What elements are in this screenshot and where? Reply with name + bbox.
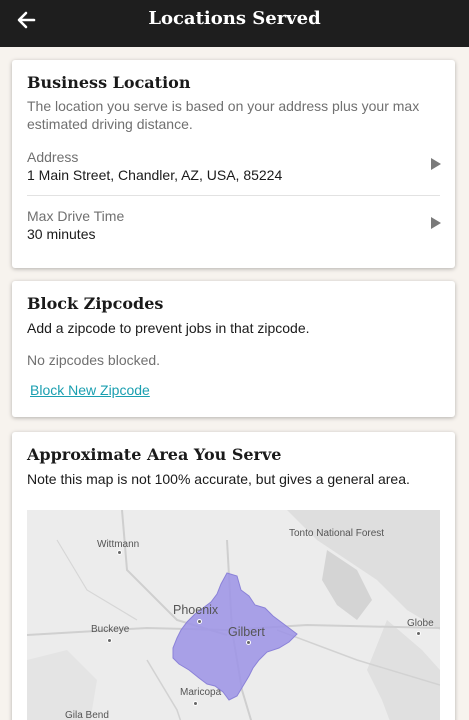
no-zipcodes-text: No zipcodes blocked. [27,352,161,368]
service-area-map[interactable]: Wittmann Tonto National Forest Phoenix G… [27,510,440,720]
max-drive-time-row[interactable]: Max Drive Time 30 minutes [12,204,455,254]
map-label-gila-bend: Gila Bend [65,710,109,720]
map-label-gilbert: Gilbert [228,625,265,639]
chevron-right-icon [431,158,441,170]
chevron-right-icon [431,217,441,229]
service-area-card: Approximate Area You Serve Note this map… [12,432,455,720]
divider [27,195,440,196]
address-value: 1 Main Street, Chandler, AZ, USA, 85224 [27,167,283,183]
map-city-dot [246,640,251,645]
max-drive-time-value: 30 minutes [27,226,96,242]
map-label-tonto: Tonto National Forest [289,528,385,539]
max-drive-time-label: Max Drive Time [27,208,125,224]
block-zipcodes-card: Block Zipcodes Add a zipcode to prevent … [12,281,455,417]
page-title: Locations Served [148,8,321,29]
map-label-buckeye: Buckeye [91,624,130,635]
map-city-dot [193,701,198,706]
map-label-wittmann: Wittmann [97,539,140,550]
map-city-dot [197,619,202,624]
block-new-zipcode-link[interactable]: Block New Zipcode [30,382,150,398]
block-zipcodes-title: Block Zipcodes [27,294,164,313]
block-zipcodes-description: Add a zipcode to prevent jobs in that zi… [27,320,310,336]
address-label: Address [27,149,79,165]
map-city-dot [117,550,122,555]
service-area-title: Approximate Area You Serve [27,445,282,464]
top-app-bar: Locations Served [0,0,469,47]
map-label-globe: Globe [407,618,434,629]
map-city-dot [107,638,112,643]
business-location-card: Business Location The location you serve… [12,60,455,268]
map-label-phoenix: Phoenix [173,603,219,617]
map-label-maricopa: Maricopa [180,687,222,698]
service-area-description: Note this map is not 100% accurate, but … [27,471,410,487]
business-location-title: Business Location [27,73,191,92]
business-location-description: The location you serve is based on your … [27,98,420,132]
address-row[interactable]: Address 1 Main Street, Chandler, AZ, USA… [12,145,455,195]
map-city-dot [416,631,421,636]
map-terrain [27,510,440,720]
